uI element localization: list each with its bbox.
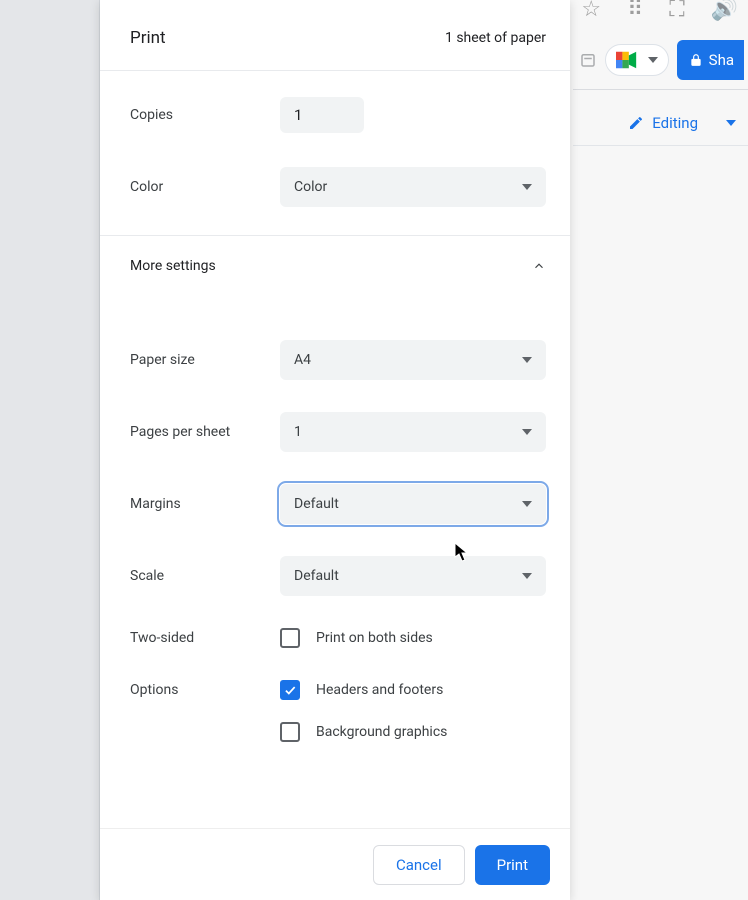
editing-mode-button[interactable]: Editing: [620, 108, 744, 138]
editing-mode-label: Editing: [652, 114, 698, 132]
background-graphics-label: Background graphics: [316, 724, 447, 740]
options-row: Options Headers and footers: [100, 680, 570, 700]
dialog-header: Print 1 sheet of paper: [100, 0, 570, 71]
share-label: Sha: [709, 51, 734, 69]
two-sided-row: Two-sided Print on both sides: [100, 628, 570, 648]
meet-icon: [616, 51, 638, 69]
pages-per-sheet-label: Pages per sheet: [130, 424, 280, 440]
pages-per-sheet-value: 1: [294, 424, 302, 440]
pages-per-sheet-row: Pages per sheet 1: [100, 412, 570, 452]
chevron-down-icon: [522, 573, 532, 579]
paper-size-value: A4: [294, 352, 311, 368]
volume-icon[interactable]: 🔊: [711, 0, 738, 22]
meet-button[interactable]: [605, 44, 669, 76]
color-row: Color Color: [100, 167, 570, 207]
star-icon[interactable]: ☆: [581, 0, 601, 22]
chevron-down-icon: [726, 120, 736, 126]
chevron-down-icon: [522, 357, 532, 363]
headers-footers-checkbox[interactable]: [280, 680, 300, 700]
more-settings-label: More settings: [130, 258, 216, 274]
two-sided-checkbox[interactable]: [280, 628, 300, 648]
color-label: Color: [130, 179, 280, 195]
copies-row: Copies: [100, 87, 570, 129]
pencil-icon: [628, 115, 644, 131]
copies-input[interactable]: [280, 97, 364, 133]
docs-toolbar-right: Sha: [573, 30, 748, 90]
scale-label: Scale: [130, 568, 280, 584]
headers-footers-label: Headers and footers: [316, 682, 443, 698]
scale-select[interactable]: Default: [280, 556, 546, 596]
paper-size-label: Paper size: [130, 352, 280, 368]
margins-value: Default: [294, 496, 339, 512]
chevron-down-icon: [522, 501, 532, 507]
more-settings-toggle[interactable]: More settings: [100, 236, 570, 296]
chevron-down-icon: [648, 57, 658, 63]
fullscreen-icon[interactable]: ⛶: [669, 0, 684, 22]
calendar-icon[interactable]: [579, 51, 597, 69]
options-row-2: Background graphics: [100, 722, 570, 742]
scroll-fade: [100, 788, 570, 828]
chevron-up-icon: [532, 259, 546, 273]
sheet-count-label: 1 sheet of paper: [445, 30, 546, 46]
print-button[interactable]: Print: [475, 845, 550, 885]
lock-icon: [689, 53, 703, 67]
docs-mode-row: Editing: [573, 100, 748, 146]
margins-row: Margins Default: [100, 484, 570, 524]
copies-label: Copies: [130, 107, 280, 123]
background-graphics-checkbox[interactable]: [280, 722, 300, 742]
share-button[interactable]: Sha: [677, 40, 744, 80]
scale-value: Default: [294, 568, 339, 584]
options-label: Options: [130, 682, 280, 698]
margins-label: Margins: [130, 496, 280, 512]
dialog-title: Print: [130, 28, 166, 48]
paper-size-row: Paper size A4: [100, 340, 570, 380]
two-sided-checkbox-label: Print on both sides: [316, 630, 433, 646]
chevron-down-icon: [522, 429, 532, 435]
paper-size-select[interactable]: A4: [280, 340, 546, 380]
two-sided-label: Two-sided: [130, 630, 280, 646]
preview-left-strip: [0, 0, 100, 900]
extensions-icon[interactable]: ⠿: [627, 0, 643, 22]
scale-row: Scale Default: [100, 556, 570, 596]
dialog-footer: Cancel Print: [100, 828, 570, 900]
print-dialog: Print 1 sheet of paper Copies Color Colo…: [100, 0, 570, 900]
margins-select[interactable]: Default: [280, 484, 546, 524]
chevron-down-icon: [522, 184, 532, 190]
color-select[interactable]: Color: [280, 167, 546, 207]
pages-per-sheet-select[interactable]: 1: [280, 412, 546, 452]
cancel-button[interactable]: Cancel: [373, 845, 465, 885]
color-select-value: Color: [294, 179, 327, 195]
